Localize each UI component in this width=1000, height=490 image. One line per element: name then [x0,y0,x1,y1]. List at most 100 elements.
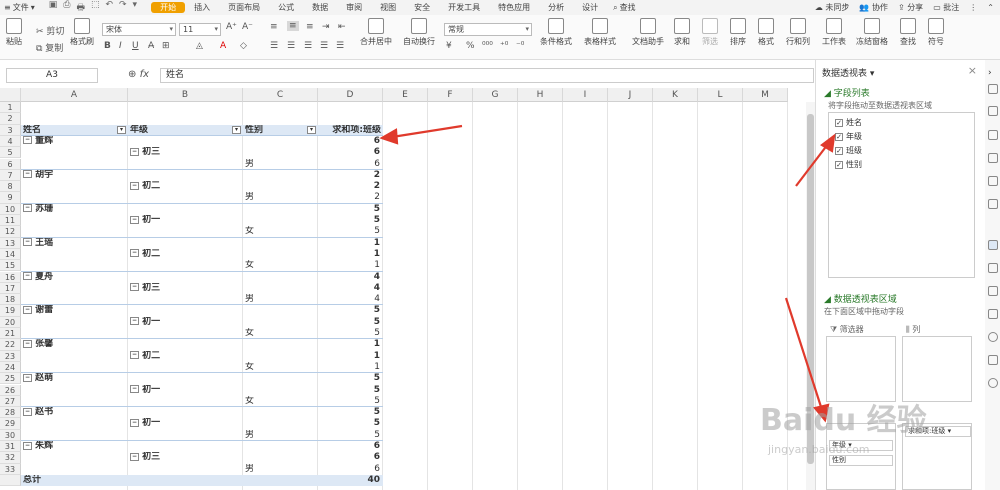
row-header[interactable]: 18 [0,294,21,306]
column-header[interactable]: F [428,88,473,102]
pivot-row-sex[interactable]: 男 [245,464,305,475]
align-middle-icon[interactable]: ≡ [287,21,299,31]
table-icon[interactable] [988,153,998,163]
more-icon[interactable]: ⋮ [969,3,977,12]
font-color-icon[interactable]: A [220,41,226,51]
collapse-icon[interactable]: − [23,339,32,348]
collapse-icon[interactable]: − [130,249,139,258]
row-header[interactable]: 19 [0,305,21,317]
row-header[interactable]: 30 [0,429,21,441]
tab-item[interactable]: 数据 [303,0,337,15]
fill-icon[interactable] [988,130,998,140]
pivot-row-name[interactable]: − 胡宇 [23,170,123,181]
filter-button[interactable]: 筛选 [702,18,718,47]
checkbox-checked-icon[interactable]: ✓ [835,132,843,141]
column-header[interactable]: G [473,88,518,102]
fx-icon[interactable]: ⊕ fx [128,69,149,80]
row-header[interactable]: 11 [0,215,21,227]
currency-icon[interactable]: ¥ [446,41,452,51]
row-header[interactable]: 16 [0,271,21,283]
checkbox-checked-icon[interactable]: ✓ [835,146,843,155]
pivot-value-cell[interactable]: 6 [318,441,380,452]
symbol-button[interactable]: 符号 [928,18,944,47]
align-left-icon[interactable]: ☰ [270,41,278,51]
row-header[interactable]: 7 [0,169,21,182]
row-header[interactable]: 27 [0,395,21,408]
field-checkbox[interactable]: ✓ 姓名 [835,117,862,128]
chart-icon[interactable] [988,199,998,209]
freeze-panes-button[interactable]: 冻结窗格 [856,18,888,47]
collapse-icon[interactable]: − [23,305,32,314]
cursor-icon[interactable] [988,84,998,94]
file-menu[interactable]: ≡ 文件 ▾ [0,2,41,13]
row-header[interactable]: 28 [0,407,21,419]
indent-icon[interactable]: ⇥ [322,22,330,32]
distribute-icon[interactable]: ☰ [336,41,344,51]
comment-button[interactable]: ▭ 批注 [933,2,959,13]
percent-icon[interactable]: % [466,41,475,51]
pivot-value-cell[interactable]: 6 [318,464,380,475]
row-header[interactable]: 23 [0,350,21,362]
pivot-row-grade[interactable]: − 初二 [130,351,230,362]
print-icon[interactable]: 🖶 [76,0,85,16]
row-header[interactable]: 20 [0,316,21,328]
collapse-icon[interactable]: − [23,441,32,450]
tab-item[interactable]: 开始 [151,2,186,13]
pivot-value-cell[interactable]: 4 [318,272,380,283]
formula-input[interactable]: 姓名 [160,68,814,83]
pivot-row-grade[interactable]: − 初一 [130,317,230,328]
pivot-row-grade[interactable]: − 初一 [130,385,230,396]
name-box[interactable]: A3 [6,68,98,83]
cut-button[interactable]: ✂ 剪切 [36,24,64,37]
tab-item[interactable]: 设计 [573,0,607,15]
pivot-row-name[interactable]: − 赵萌 [23,373,123,384]
row-header[interactable]: 5 [0,147,21,159]
pivot-row-name[interactable]: − 张馨 [23,339,123,350]
row-header[interactable]: 10 [0,203,21,215]
pivot-value-cell[interactable]: 5 [318,373,380,384]
pivot-row-name[interactable]: − 王瑶 [23,238,123,249]
checkbox-checked-icon[interactable]: ✓ [835,160,843,169]
row-header[interactable]: 32 [0,452,21,464]
column-header[interactable]: J [608,88,653,102]
format-button[interactable]: 格式 [758,18,774,47]
pivot-value-cell[interactable]: 4 [318,283,380,294]
checkbox-checked-icon[interactable]: ✓ [835,118,843,127]
column-header[interactable]: K [653,88,698,102]
pivot-row-name[interactable]: − 夏舟 [23,272,123,283]
pivot-value-cell[interactable]: 5 [318,418,380,429]
underline-icon[interactable]: U [132,41,139,51]
field-checkbox[interactable]: ✓ 性别 [835,159,862,170]
column-header[interactable]: L [698,88,743,102]
pivot-value-cell[interactable]: 1 [318,339,380,350]
row-header[interactable]: 9 [0,192,21,204]
doc-helper-button[interactable]: 文档助手 [632,18,664,47]
collapse-icon[interactable]: − [130,283,139,292]
close-icon[interactable]: × [968,64,977,77]
sync-status[interactable]: ☁ 未同步 [815,2,850,13]
pivot-value-cell[interactable]: 1 [318,249,380,260]
pane-title[interactable]: 数据透视表 ▾ [822,66,874,79]
column-header[interactable]: D [318,88,383,102]
pivot-row-grade[interactable]: − 初一 [130,215,230,226]
pivot-value-cell[interactable]: 5 [318,215,380,226]
collapse-icon[interactable]: − [23,238,32,247]
tab-item[interactable]: 公式 [269,0,303,15]
column-header[interactable]: C [243,88,318,102]
worksheet-button[interactable]: 工作表 [822,18,846,47]
shape-icon[interactable] [988,106,998,116]
pivot-row-name[interactable]: − 苏珊 [23,204,123,215]
clear-icon[interactable]: ◇ [240,41,247,51]
collab-button[interactable]: 👥 协作 [859,2,888,13]
row-header[interactable]: 1 [0,102,21,114]
save-icon[interactable]: ▣ [49,0,58,16]
column-header[interactable]: E [383,88,428,102]
sort-button[interactable]: 排序 [730,18,746,47]
collapse-icon[interactable]: − [23,373,32,382]
columns-area[interactable] [902,336,972,402]
thousands-icon[interactable]: ⁰⁰⁰ [482,41,493,51]
row-header[interactable]: 3 [0,124,21,136]
row-header[interactable]: 24 [0,361,21,374]
collapse-icon[interactable]: − [130,181,139,190]
justify-icon[interactable]: ☰ [320,41,328,51]
